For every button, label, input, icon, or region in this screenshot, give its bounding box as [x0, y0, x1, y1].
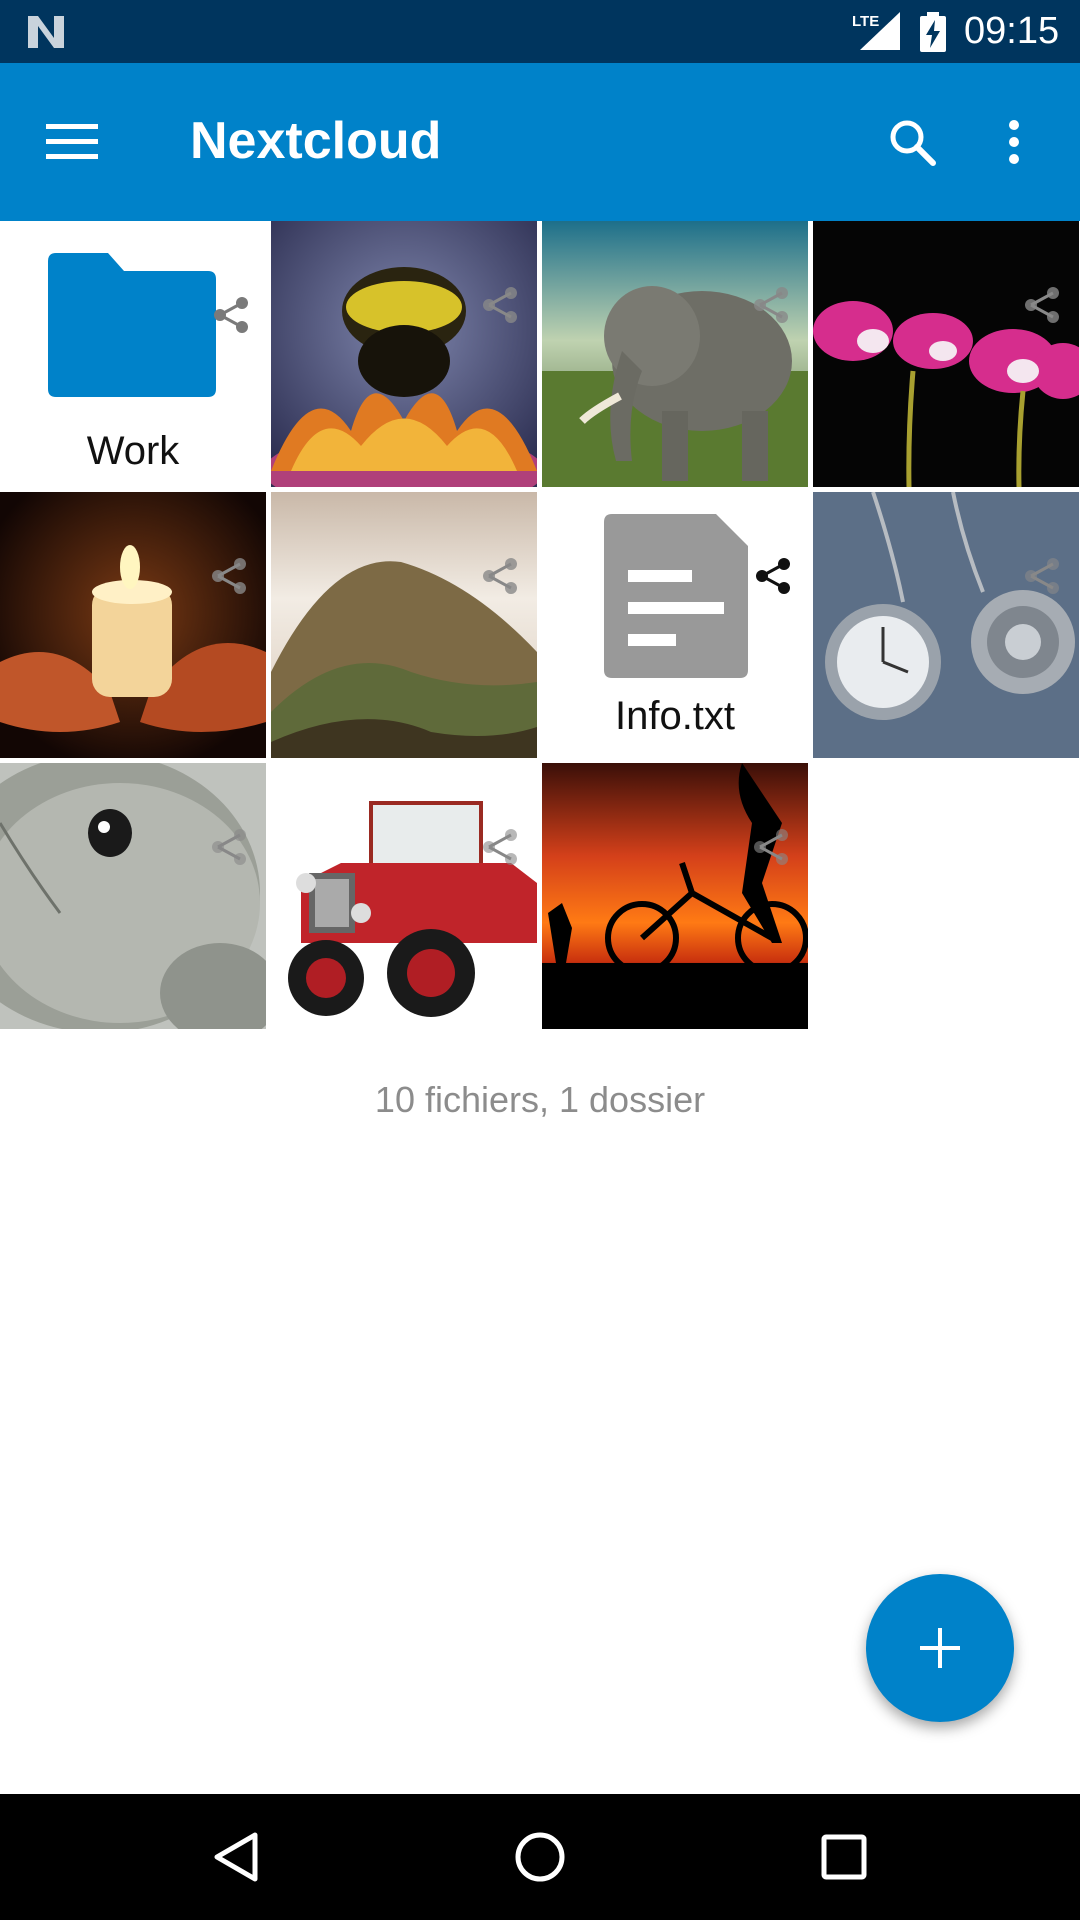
bee-thumbnail: [271, 221, 537, 487]
add-fab-button[interactable]: [866, 1574, 1014, 1722]
image-thumbnail-pink-flowers[interactable]: [813, 221, 1079, 487]
more-options-button[interactable]: [984, 107, 1044, 177]
file-count-summary: 10 fichiers, 1 dossier: [374, 1079, 706, 1120]
image-thumbnail-pocket-watches[interactable]: [813, 492, 1079, 758]
share-icon[interactable]: [752, 827, 792, 867]
search-button[interactable]: [872, 107, 952, 177]
hills-thumbnail: [271, 492, 537, 758]
menu-button[interactable]: [32, 107, 112, 177]
text-file-icon: [604, 514, 748, 678]
image-thumbnail-elephant[interactable]: [542, 221, 808, 487]
share-icon[interactable]: [212, 295, 252, 335]
fire-truck-thumbnail: [271, 763, 537, 1029]
share-icon[interactable]: [210, 556, 250, 596]
system-nav-bar: [0, 1794, 1080, 1920]
image-thumbnail-fire-truck[interactable]: [271, 763, 537, 1029]
menu-icon: [46, 124, 98, 159]
share-icon[interactable]: [1023, 556, 1063, 596]
nav-back-button[interactable]: [196, 1822, 276, 1892]
image-thumbnail-bee[interactable]: [271, 221, 537, 487]
back-icon: [214, 1832, 258, 1882]
pocket-watches-thumbnail: [813, 492, 1079, 758]
recents-icon: [821, 1834, 867, 1880]
share-icon[interactable]: [1023, 285, 1063, 325]
elephant-thumbnail: [542, 221, 808, 487]
clock: 09:15: [964, 10, 1060, 52]
home-icon: [515, 1832, 565, 1882]
plus-icon: [920, 1628, 960, 1668]
share-icon[interactable]: [210, 827, 250, 867]
share-icon[interactable]: [481, 556, 521, 596]
seal-thumbnail: [0, 763, 266, 1029]
nav-home-button[interactable]: [500, 1822, 580, 1892]
image-thumbnail-seal[interactable]: [0, 763, 266, 1029]
network-label: LTE: [852, 13, 879, 30]
image-thumbnail-hills[interactable]: [271, 492, 537, 758]
share-icon[interactable]: [481, 827, 521, 867]
folder-name: Work: [86, 429, 180, 473]
image-thumbnail-bicycle-sunset[interactable]: [542, 763, 808, 1029]
share-icon[interactable]: [752, 285, 792, 325]
image-thumbnail-candle[interactable]: [0, 492, 266, 758]
share-icon[interactable]: [481, 285, 521, 325]
battery-charging-icon: [920, 12, 946, 52]
search-icon: [890, 120, 936, 166]
n-icon: [28, 16, 64, 48]
app-toolbar: Nextcloud: [0, 63, 1080, 221]
lte-signal-icon: LTE: [852, 12, 900, 50]
file-item-info-txt[interactable]: Info.txt: [542, 492, 808, 758]
share-icon[interactable]: [754, 556, 794, 596]
app-title: Nextcloud: [190, 112, 442, 170]
status-bar: LTE 09:15: [0, 0, 1080, 63]
pink-flowers-thumbnail: [813, 221, 1079, 487]
bicycle-sunset-thumbnail: [542, 763, 808, 1029]
file-name: Info.txt: [614, 694, 736, 738]
candle-thumbnail: [0, 492, 266, 758]
folder-item-work[interactable]: Work: [0, 221, 266, 487]
more-vert-icon: [1009, 120, 1019, 164]
folder-icon: [48, 253, 216, 397]
nav-recents-button[interactable]: [804, 1822, 884, 1892]
